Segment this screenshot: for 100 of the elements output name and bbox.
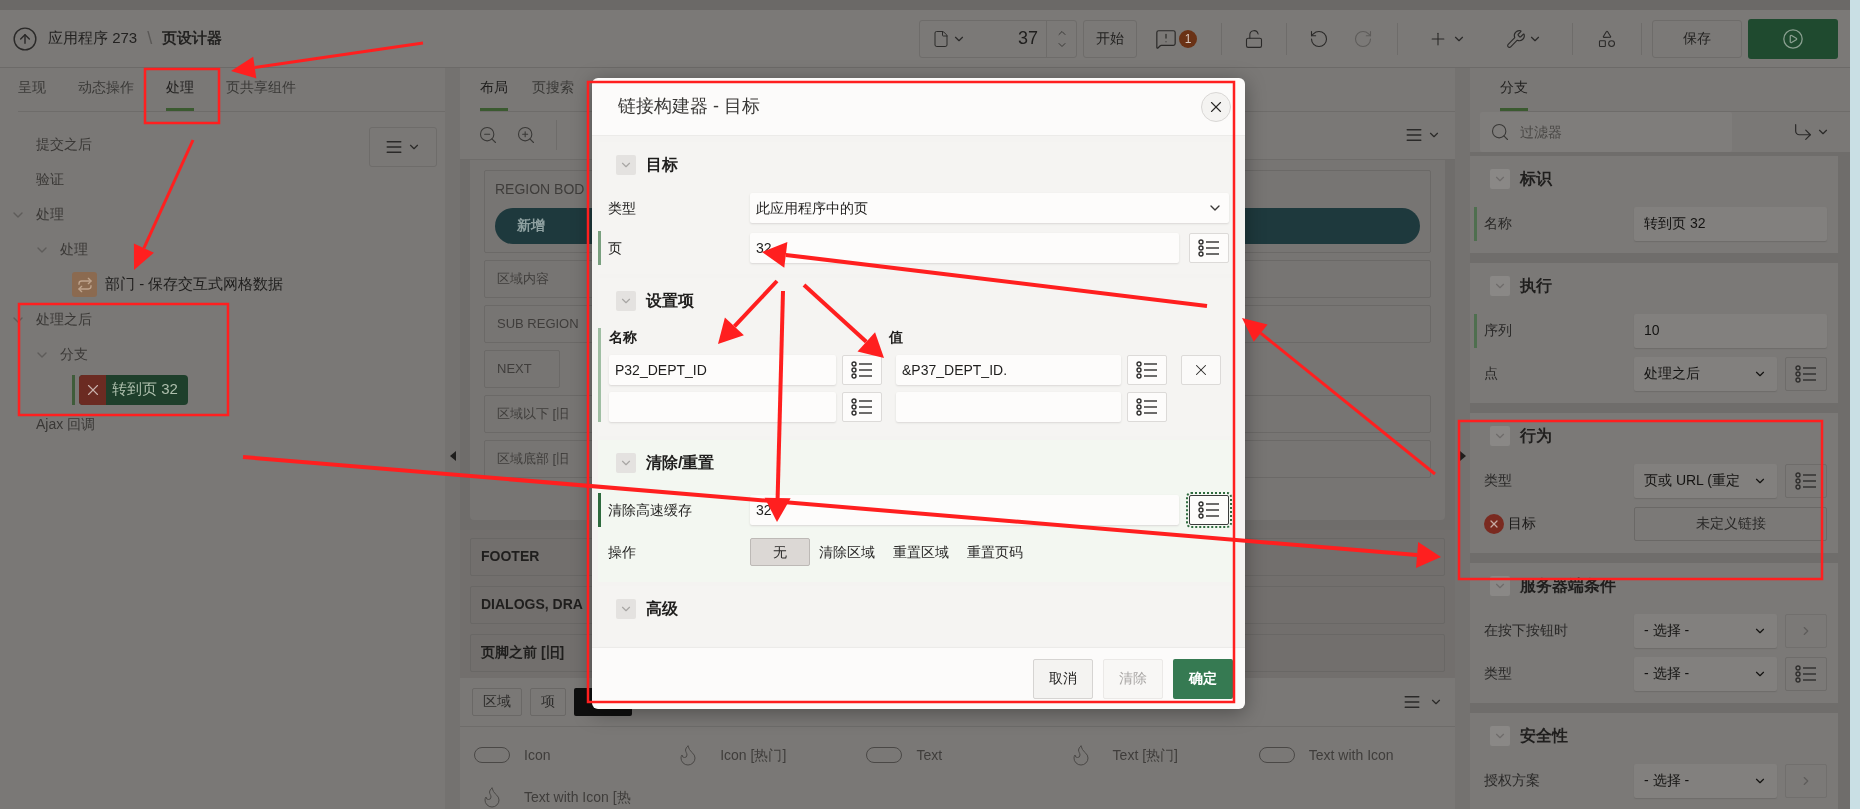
field-label: 类型 <box>608 198 637 218</box>
select-field[interactable]: 处理之后 <box>1634 356 1777 391</box>
tree-item[interactable]: 部门 - 保存交互式网格数据 <box>105 273 284 296</box>
list-icon <box>1198 501 1220 519</box>
text-field[interactable]: 转到页 32 <box>1634 206 1827 241</box>
process-icon <box>76 276 93 293</box>
field-label: 在按下按钮时 <box>1484 621 1568 640</box>
list-button[interactable] <box>1189 495 1229 525</box>
column-header: 名称 <box>609 328 638 347</box>
section-title: 安全性 <box>1520 726 1568 746</box>
page-icon <box>932 28 950 49</box>
tree-item[interactable]: 处理 <box>60 239 88 260</box>
select-field[interactable]: - 选择 - <box>1634 656 1777 691</box>
field-label: 类型 <box>1484 471 1512 490</box>
gallery-item[interactable]: Text <box>916 744 943 766</box>
tree-item[interactable]: 提交之后 <box>36 134 92 155</box>
tree-item[interactable]: 处理 <box>36 204 64 225</box>
action-option[interactable]: 无 <box>750 538 810 566</box>
warning-icon[interactable] <box>1155 27 1177 50</box>
tree-item[interactable]: 转到页 32 <box>79 374 188 405</box>
dialog-button[interactable]: 清除 <box>1103 658 1163 699</box>
tree-item[interactable]: 处理之后 <box>36 309 92 330</box>
tree-item[interactable]: 分支 <box>60 344 88 365</box>
field-label: 授权方案 <box>1484 771 1540 790</box>
field-label: 类型 <box>1484 664 1512 683</box>
start-button[interactable]: 开始 <box>1083 19 1137 58</box>
error-icon <box>1484 513 1504 534</box>
close-button[interactable] <box>1201 91 1231 122</box>
menu-icon <box>385 138 403 156</box>
tab[interactable]: 动态操作 <box>78 68 134 111</box>
breadcrumb-separator: \ <box>147 27 153 50</box>
gallery-tab[interactable]: 项 <box>530 687 566 716</box>
page-number[interactable]: 37 <box>966 25 1046 52</box>
dialog-button[interactable]: 取消 <box>1033 658 1093 699</box>
utilities-menu[interactable] <box>1506 28 1542 49</box>
field-label: 点 <box>1484 364 1498 383</box>
page-title: 页设计器 <box>162 28 223 49</box>
gallery-item[interactable]: Text with Icon [热 <box>524 786 631 808</box>
zoom-out-icon[interactable] <box>478 125 498 146</box>
text-field[interactable]: 10 <box>1634 313 1827 348</box>
item-value-field[interactable] <box>896 392 1121 422</box>
gallery-item[interactable]: Text with Icon <box>1308 744 1394 766</box>
list-icon <box>851 361 873 379</box>
dialog-title: 链接构建器 - 目标 <box>618 95 760 118</box>
type-select[interactable]: 此应用程序中的页 <box>750 193 1229 223</box>
field-label: 名称 <box>1484 214 1512 233</box>
remove-button[interactable] <box>1181 355 1221 385</box>
section-title: 行为 <box>1520 426 1552 446</box>
gallery-item[interactable]: Icon <box>524 744 551 766</box>
item-value-field[interactable]: &P37_DEPT_ID. <box>896 355 1121 385</box>
region-slot[interactable]: NEXT <box>484 349 560 388</box>
section-title: 目标 <box>646 155 678 175</box>
list-icon <box>1795 364 1817 383</box>
app-name[interactable]: 应用程序 273 <box>48 27 138 50</box>
list-icon <box>1198 239 1220 257</box>
list-icon <box>851 398 873 416</box>
action-option[interactable]: 清除区域 <box>810 538 884 566</box>
undo-icon[interactable] <box>1309 28 1329 49</box>
zoom-in-icon[interactable] <box>516 125 536 146</box>
field-label: 序列 <box>1484 321 1512 340</box>
play-icon <box>1782 27 1804 50</box>
select-field[interactable]: 页或 URL (重定 <box>1634 463 1777 498</box>
tab[interactable]: 页共享组件 <box>226 68 296 111</box>
save-button[interactable]: 保存 <box>1652 19 1742 58</box>
link-builder-button[interactable]: 未定义链接 <box>1634 506 1827 541</box>
section-title: 设置项 <box>646 291 694 311</box>
select-field[interactable]: - 选择 - <box>1634 613 1777 648</box>
menu-button[interactable] <box>369 127 437 167</box>
list-icon <box>1136 398 1158 416</box>
field-label: 清除高速缓存 <box>608 500 693 520</box>
section-title: 标识 <box>1520 169 1552 189</box>
shapes-icon[interactable] <box>1597 28 1617 49</box>
action-option[interactable]: 重置区域 <box>884 538 958 566</box>
dialog-button[interactable]: 确定 <box>1173 658 1233 699</box>
gallery-tab[interactable]: 区域 <box>472 687 522 716</box>
redo-icon[interactable] <box>1353 28 1373 49</box>
tab[interactable]: 处理 <box>166 68 194 111</box>
tab[interactable]: 布局 <box>480 68 508 111</box>
search-icon <box>1490 122 1510 142</box>
item-name-field[interactable] <box>609 392 836 422</box>
field-label: 目标 <box>1508 514 1536 533</box>
item-name-field[interactable]: P32_DEPT_ID <box>609 355 836 385</box>
lock-icon[interactable] <box>1244 28 1264 49</box>
list-icon <box>1795 664 1817 683</box>
field-label: 页 <box>608 238 623 258</box>
tab[interactable]: 呈现 <box>18 68 46 111</box>
column-header: 值 <box>889 328 903 347</box>
warning-count-badge: 1 <box>1179 29 1197 48</box>
tab[interactable]: 页搜索 <box>532 68 574 111</box>
section-title: 执行 <box>1520 276 1552 296</box>
up-icon[interactable] <box>12 25 38 52</box>
action-option[interactable]: 重置页码 <box>958 538 1032 566</box>
page-selector[interactable]: 37 <box>919 19 1077 58</box>
collapse-icon[interactable] <box>449 451 456 461</box>
select-field[interactable]: - 选择 - <box>1634 763 1777 798</box>
branch-menu[interactable] <box>1792 121 1830 143</box>
collapse-icon[interactable] <box>1459 451 1466 461</box>
section-title: 高级 <box>646 599 678 619</box>
tree-item[interactable]: 验证 <box>36 169 64 190</box>
run-button[interactable] <box>1748 18 1838 59</box>
